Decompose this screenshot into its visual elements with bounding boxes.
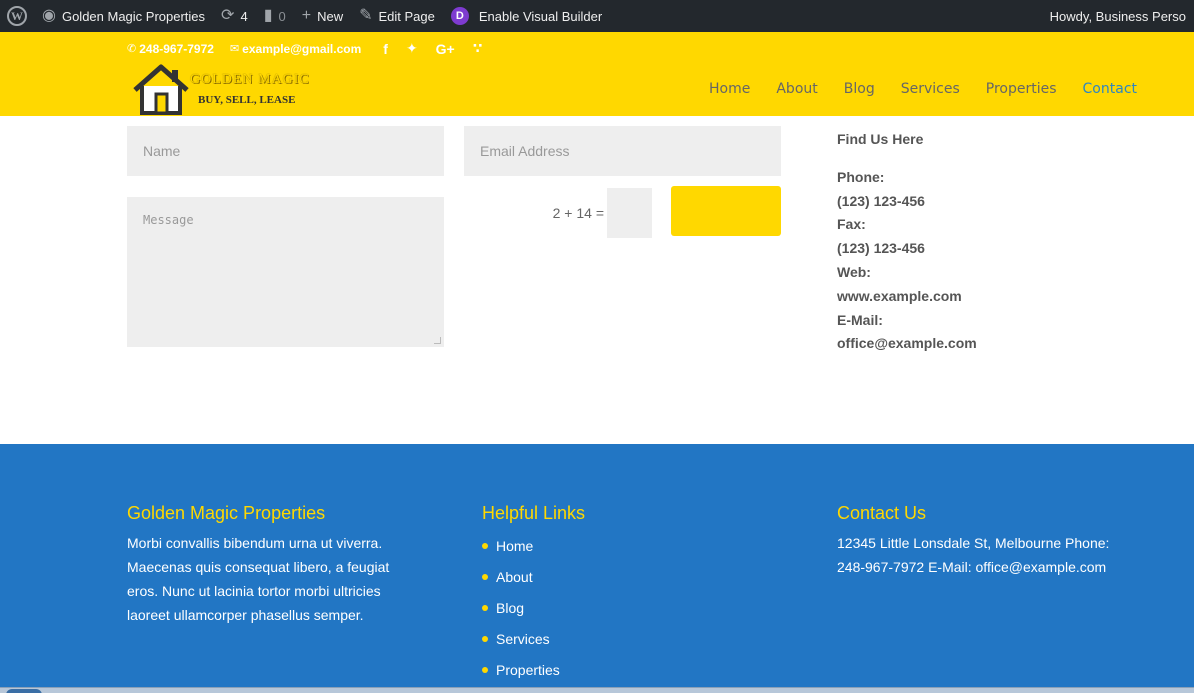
pencil-icon: ✎ [359, 7, 373, 24]
footer-links-list: Home About Blog Services Properties [482, 531, 772, 685]
email-value[interactable]: office@example.com [837, 332, 1157, 356]
comments-button[interactable]: ▮ 0 [256, 0, 294, 32]
footer-link-about[interactable]: About [496, 565, 533, 589]
updates-button[interactable]: ⟳ 4 [213, 0, 256, 32]
twitter-icon[interactable]: ✦ [406, 40, 418, 57]
header-phone: ✆ 248-967-7972 [127, 42, 214, 56]
visual-builder-label: Enable Visual Builder [478, 8, 603, 24]
phone-value: (123) 123-456 [837, 192, 925, 209]
visual-builder-button[interactable]: D Enable Visual Builder [443, 0, 610, 32]
list-item: Blog [482, 593, 772, 624]
updates-count: 4 [240, 8, 248, 24]
footer-contact: Contact Us 12345 Little Lonsdale St, Mel… [837, 501, 1137, 579]
email-field[interactable]: Email Address [464, 126, 781, 176]
footer-link-home[interactable]: Home [496, 534, 533, 558]
footer-links: Helpful Links Home About Blog Services P… [482, 501, 772, 685]
email-label: E-Mail: [837, 311, 883, 328]
user-greeting: Howdy, Business Perso [1049, 8, 1186, 24]
header-phone-text: 248-967-7972 [139, 41, 214, 56]
house-icon [133, 64, 189, 115]
start-button[interactable] [6, 689, 42, 693]
message-placeholder: Message [143, 213, 194, 227]
divi-icon: D [450, 7, 469, 25]
bullet-icon [482, 666, 488, 673]
email-placeholder: Email Address [480, 143, 570, 159]
footer-contact-text: 12345 Little Lonsdale St, Melbourne Phon… [837, 535, 1110, 575]
bullet-icon [482, 635, 488, 642]
new-content-button[interactable]: + New [294, 0, 351, 32]
footer-link-blog[interactable]: Blog [496, 596, 524, 620]
footer-about: Golden Magic Properties Morbi convallis … [127, 501, 417, 627]
list-item: About [482, 562, 772, 593]
os-taskbar [0, 687, 1194, 693]
footer-about-text: Morbi convallis bibendum urna ut viverra… [127, 535, 390, 623]
nav-blog[interactable]: Blog [844, 81, 875, 97]
bullet-icon [482, 543, 488, 550]
social-icons: f ✦ G+ ∵ [383, 40, 500, 57]
site-logo[interactable]: GOLDEN MAGIC BUY, SELL, LEASE [132, 64, 322, 115]
facebook-icon[interactable]: f [383, 41, 388, 57]
phone-icon: ✆ [127, 43, 137, 55]
footer-link-services[interactable]: Services [496, 627, 550, 651]
logo-title: GOLDEN MAGIC [190, 72, 310, 87]
main-navigation: Home About Blog Services Properties Cont… [683, 81, 1137, 97]
list-item: Home [482, 531, 772, 562]
find-us-heading: Find Us Here [837, 131, 924, 147]
wordpress-logo-button[interactable]: W [0, 0, 34, 32]
nav-contact[interactable]: Contact [1083, 81, 1137, 97]
top-info-bar: ✆ 248-967-7972 ✉ example@gmail.com f ✦ G… [127, 40, 501, 57]
header-email[interactable]: ✉ example@gmail.com [230, 42, 361, 56]
site-footer: Golden Magic Properties Morbi convallis … [0, 444, 1194, 693]
nav-services[interactable]: Services [901, 81, 960, 97]
submit-button[interactable] [671, 186, 781, 236]
find-us-panel: Find Us Here Phone: (123) 123-456 Fax: (… [837, 128, 1157, 356]
nav-about[interactable]: About [776, 81, 817, 97]
plus-icon: + [301, 7, 312, 24]
web-label: Web: [837, 263, 871, 280]
dashboard-icon: ◉ [42, 7, 56, 24]
list-item: Services [482, 623, 772, 654]
site-header: ✆ 248-967-7972 ✉ example@gmail.com f ✦ G… [0, 32, 1194, 116]
google-plus-icon[interactable]: G+ [436, 41, 455, 57]
site-name-button[interactable]: ◉ Golden Magic Properties [34, 0, 213, 32]
new-label: New [317, 8, 344, 24]
web-value[interactable]: www.example.com [837, 285, 1157, 309]
wp-admin-bar: W ◉ Golden Magic Properties ⟳ 4 ▮ 0 + Ne… [0, 0, 1194, 32]
nav-properties[interactable]: Properties [986, 81, 1057, 97]
fax-value: (123) 123-456 [837, 240, 925, 257]
envelope-icon: ✉ [229, 43, 240, 55]
wordpress-icon: W [7, 6, 27, 26]
rss-icon[interactable]: ∵ [473, 40, 483, 57]
captcha-input[interactable] [607, 188, 652, 238]
footer-link-properties[interactable]: Properties [496, 658, 560, 682]
site-name: Golden Magic Properties [61, 8, 206, 24]
message-field[interactable]: Message [127, 197, 444, 347]
footer-about-title: Golden Magic Properties [127, 503, 326, 523]
resize-handle[interactable] [434, 337, 441, 344]
fax-label: Fax: [837, 216, 866, 233]
edit-page-button[interactable]: ✎ Edit Page [351, 0, 443, 32]
name-placeholder: Name [143, 143, 181, 159]
bullet-icon [482, 574, 488, 581]
name-field[interactable]: Name [127, 126, 444, 176]
updates-icon: ⟳ [221, 7, 235, 24]
header-email-text: example@gmail.com [242, 41, 362, 56]
captcha-question: 2 + 14 = [552, 205, 604, 221]
edit-page-label: Edit Page [378, 8, 435, 24]
user-account-button[interactable]: Howdy, Business Perso [1042, 0, 1194, 32]
phone-label: Phone: [837, 168, 885, 185]
comment-icon: ▮ [263, 7, 273, 24]
bullet-icon [482, 604, 488, 611]
nav-home[interactable]: Home [709, 81, 750, 97]
comments-count: 0 [278, 8, 286, 24]
footer-contact-title: Contact Us [837, 503, 927, 523]
logo-tagline: BUY, SELL, LEASE [198, 94, 296, 106]
list-item: Properties [482, 654, 772, 685]
footer-links-title: Helpful Links [482, 503, 586, 523]
